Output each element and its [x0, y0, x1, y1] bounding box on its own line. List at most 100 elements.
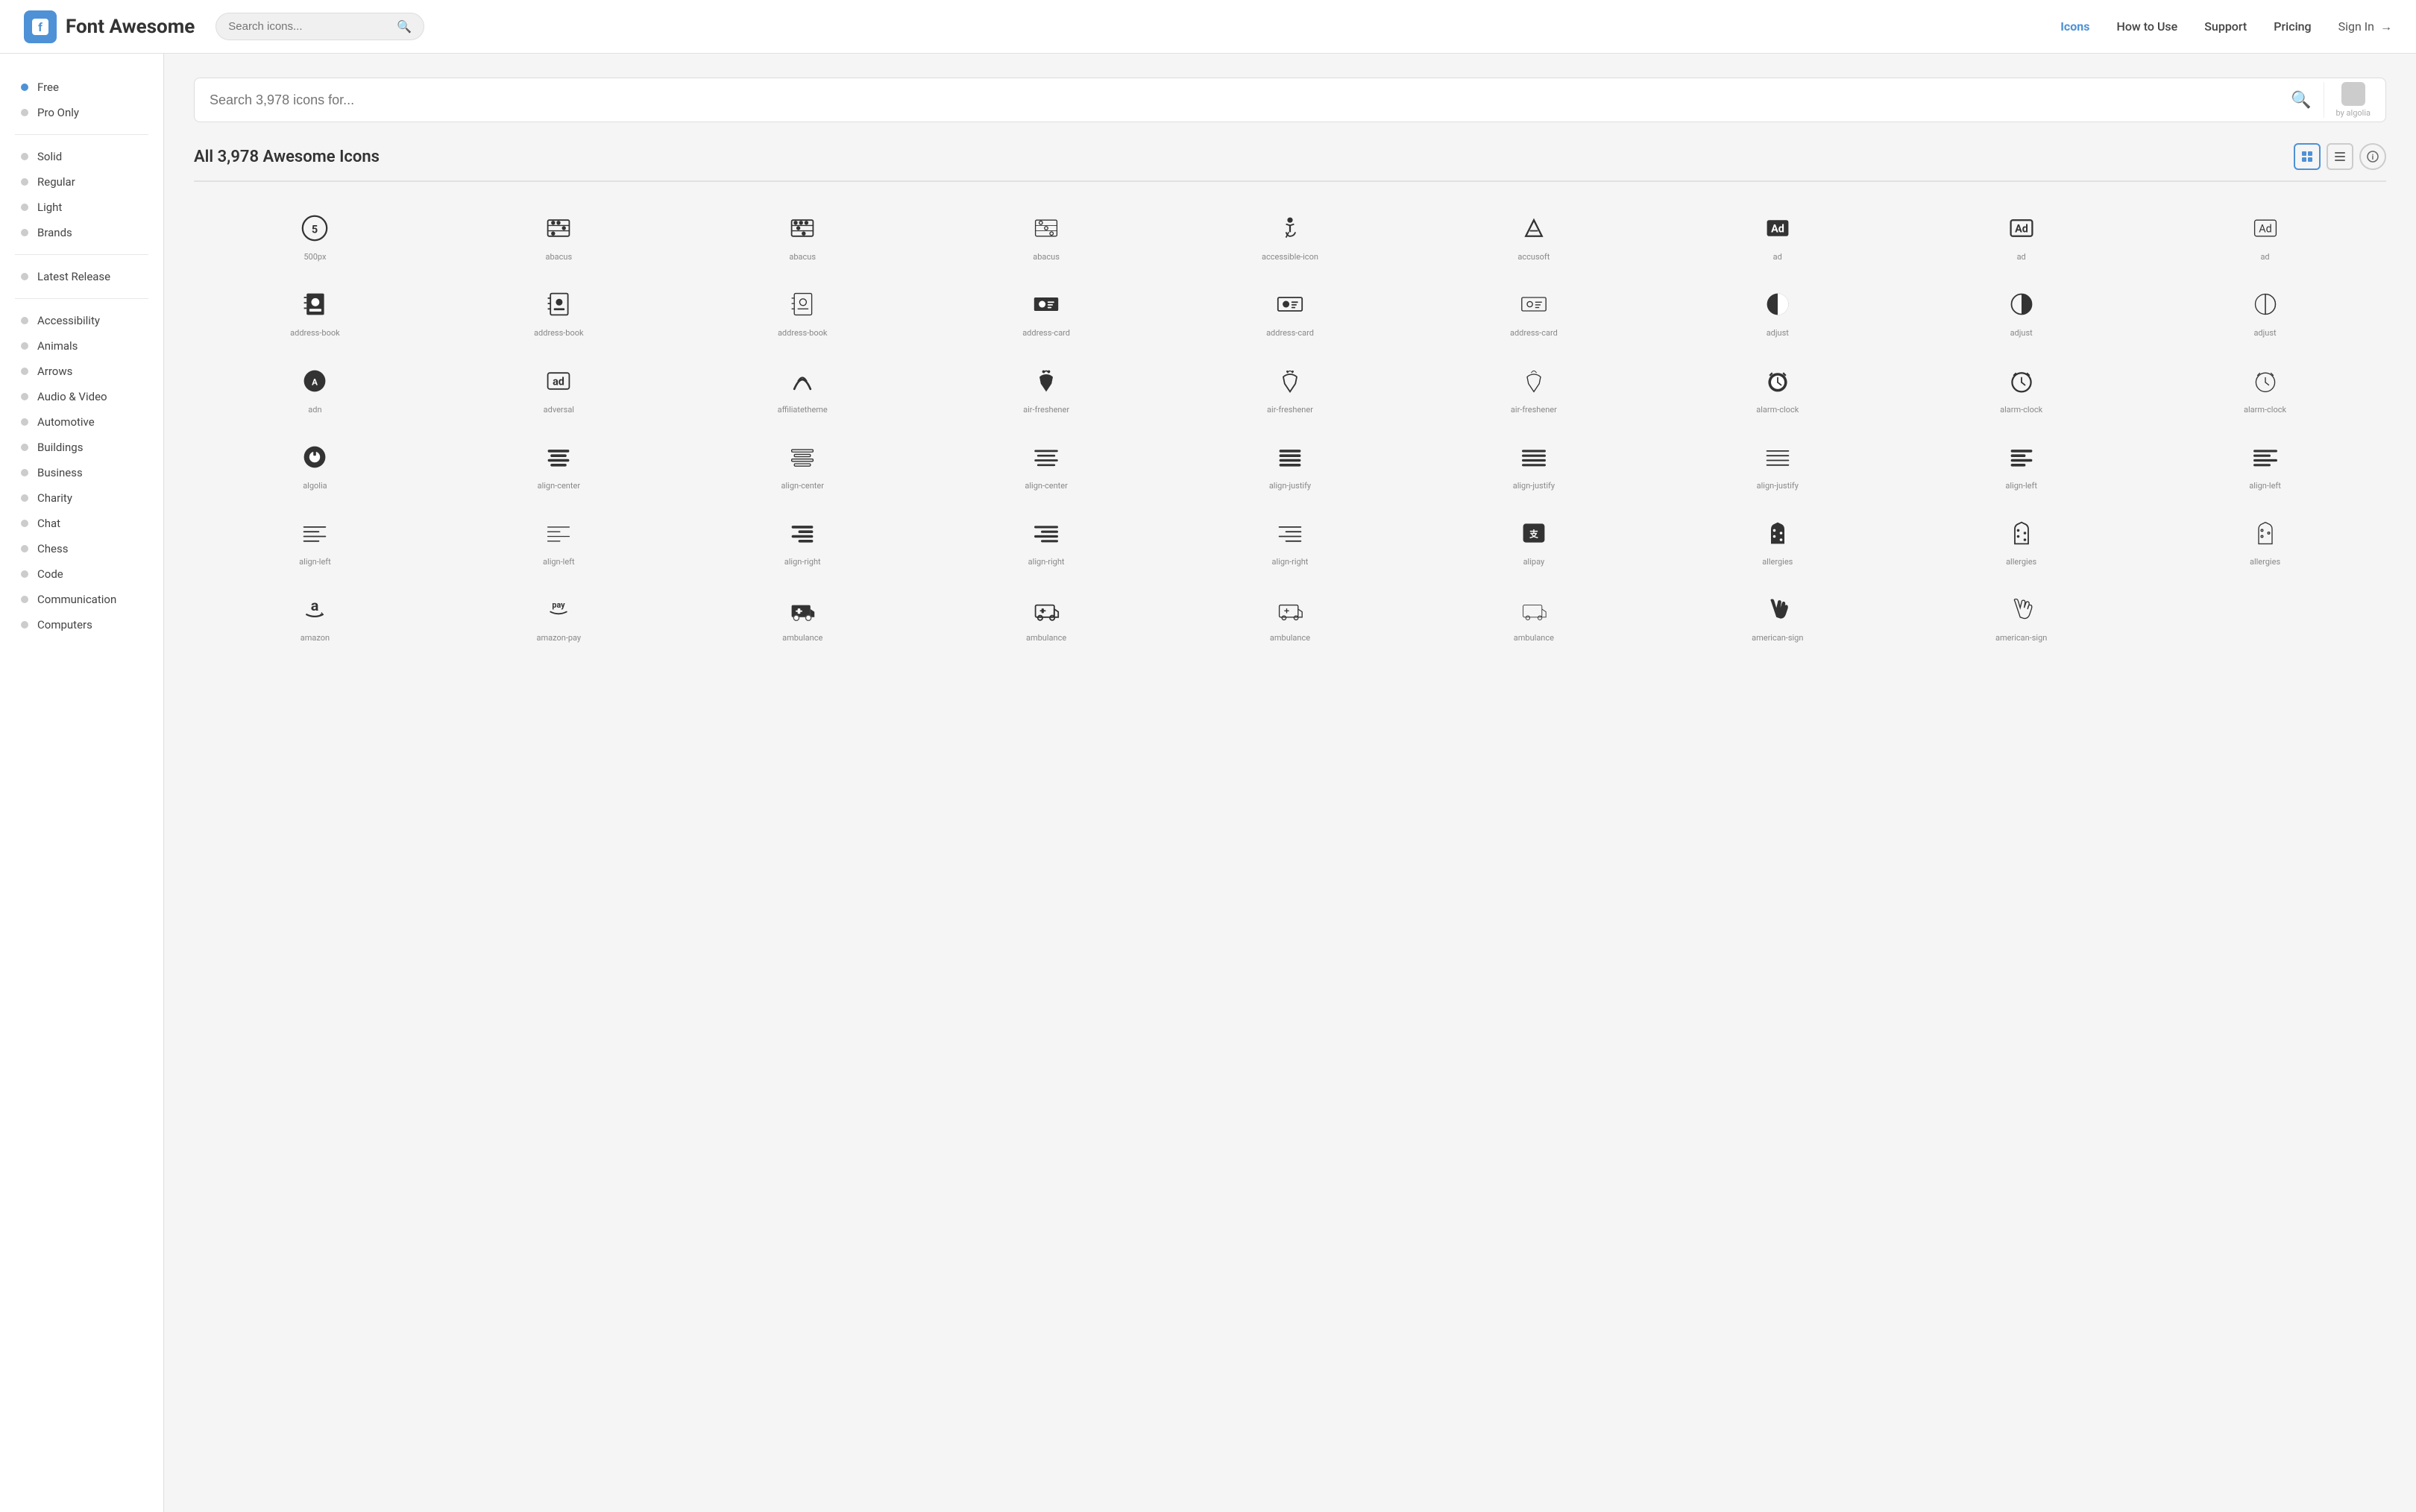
icon-cell-adn[interactable]: A adn — [194, 350, 436, 424]
icon-cell-accusoft[interactable]: accusoft — [1412, 197, 1655, 271]
logo-area[interactable]: f Font Awesome — [24, 10, 195, 43]
sidebar-item-latest-release[interactable]: Latest Release — [0, 264, 163, 289]
header-search-icon: 🔍 — [397, 19, 412, 34]
icon-cell-align-center-3[interactable]: align-center — [925, 426, 1168, 500]
nav-how-to-use[interactable]: How to Use — [2116, 19, 2177, 34]
icon-cell-adjust-3[interactable]: adjust — [2144, 273, 2386, 347]
icon-cell-align-justify-2[interactable]: align-justify — [1412, 426, 1655, 500]
icon-cell-alarm-3[interactable]: alarm-clock — [2144, 350, 2386, 424]
sidebar-item-animals[interactable]: Animals — [0, 333, 163, 359]
icon-label-airfresh-3: air-freshener — [1511, 405, 1557, 415]
icon-cell-address-book-3[interactable]: address-book — [682, 273, 924, 347]
icon-label-airfresh-2: air-freshener — [1267, 405, 1313, 415]
icon-cell-allergies-3[interactable]: allergies — [2144, 502, 2386, 576]
icon-cell-airfresh-2[interactable]: air-freshener — [1169, 350, 1412, 424]
icon-cell-address-card-3[interactable]: address-card — [1412, 273, 1655, 347]
icon-cell-align-center-2[interactable]: align-center — [682, 426, 924, 500]
icon-cell-accessible[interactable]: accessible-icon — [1169, 197, 1412, 271]
icon-cell-address-card-2[interactable]: address-card — [1169, 273, 1412, 347]
icon-cell-align-left-1[interactable]: align-left — [1900, 426, 2142, 500]
icon-cell-align-left-3[interactable]: align-left — [194, 502, 436, 576]
icon-cell-abacus-3[interactable]: abacus — [925, 197, 1168, 271]
sidebar-item-regular[interactable]: Regular — [0, 169, 163, 195]
sidebar-item-light[interactable]: Light — [0, 195, 163, 220]
icon-cell-address-card-1[interactable]: address-card — [925, 273, 1168, 347]
icon-cell-airfresh-1[interactable]: air-freshener — [925, 350, 1168, 424]
sidebar-item-free[interactable]: Free — [0, 75, 163, 100]
icon-cell-amazon[interactable]: a amazon — [194, 578, 436, 652]
icon-cell-alarm-1[interactable]: alarm-clock — [1656, 350, 1898, 424]
icon-cell-align-right-1[interactable]: align-right — [682, 502, 924, 576]
icon-cell-align-left-2[interactable]: align-left — [2144, 426, 2386, 500]
icon-cell-ad-3[interactable]: Ad ad — [2144, 197, 2386, 271]
sidebar-item-brands[interactable]: Brands — [0, 220, 163, 245]
grid-view-button[interactable] — [2294, 143, 2321, 170]
sidebar-item-business[interactable]: Business — [0, 460, 163, 485]
sidebar-item-chess[interactable]: Chess — [0, 536, 163, 561]
icon-cell-500px[interactable]: 5 500px — [194, 197, 436, 271]
icon-label-address-book-3: address-book — [778, 328, 828, 338]
sidebar-item-computers[interactable]: Computers — [0, 612, 163, 637]
icon-cell-align-justify-3[interactable]: align-justify — [1656, 426, 1898, 500]
info-button[interactable]: i — [2359, 143, 2386, 170]
sign-in-button[interactable]: Sign In → — [2338, 19, 2392, 34]
icon-cell-algolia[interactable]: algolia — [194, 426, 436, 500]
icon-cell-adjust-1[interactable]: adjust — [1656, 273, 1898, 347]
icon-cell-alipay[interactable]: 支 alipay — [1412, 502, 1655, 576]
header-search[interactable]: 🔍 — [216, 13, 424, 40]
icon-cell-align-justify-1[interactable]: align-justify — [1169, 426, 1412, 500]
main-search-input[interactable] — [210, 92, 2285, 108]
icon-cell-abacus-2[interactable]: abacus — [682, 197, 924, 271]
header-search-input[interactable] — [228, 20, 391, 33]
icon-cell-ambulance-4[interactable]: ambulance — [1412, 578, 1655, 652]
sidebar-item-code[interactable]: Code — [0, 561, 163, 587]
icon-cell-ambulance-1[interactable]: ambulance — [682, 578, 924, 652]
header: f Font Awesome 🔍 Icons How to Use Suppor… — [0, 0, 2416, 54]
icon-cell-ambulance-3[interactable]: ambulance — [1169, 578, 1412, 652]
nav: Icons How to Use Support Pricing — [2060, 19, 2311, 34]
algolia-badge: by algolia — [2324, 82, 2371, 118]
icon-cell-affiliatetheme[interactable]: affiliatetheme — [682, 350, 924, 424]
icon-ambulance-2 — [1033, 591, 1060, 627]
sidebar-item-solid[interactable]: Solid — [0, 144, 163, 169]
icon-cell-amazon-pay[interactable]: pay amazon-pay — [438, 578, 680, 652]
sidebar-item-audio-video[interactable]: Audio & Video — [0, 384, 163, 409]
icon-label-asl-2: american-sign — [1995, 633, 2047, 643]
icon-cell-abacus-1[interactable]: abacus — [438, 197, 680, 271]
sidebar-item-automotive[interactable]: Automotive — [0, 409, 163, 435]
icon-cell-align-right-2[interactable]: align-right — [925, 502, 1168, 576]
icon-cell-ad-2[interactable]: Ad ad — [1900, 197, 2142, 271]
sidebar-item-accessibility[interactable]: Accessibility — [0, 308, 163, 333]
main-search[interactable]: 🔍 by algolia — [194, 78, 2386, 122]
icon-cell-airfresh-3[interactable]: air-freshener — [1412, 350, 1655, 424]
sidebar-item-arrows[interactable]: Arrows — [0, 359, 163, 384]
sidebar-item-pro-only[interactable]: Pro Only — [0, 100, 163, 125]
nav-pricing[interactable]: Pricing — [2274, 19, 2311, 34]
sidebar-item-charity[interactable]: Charity — [0, 485, 163, 511]
icon-cell-allergies-1[interactable]: allergies — [1656, 502, 1898, 576]
sidebar-item-chat[interactable]: Chat — [0, 511, 163, 536]
icon-align-justify-2 — [1520, 439, 1547, 475]
icon-cell-adjust-2[interactable]: adjust — [1900, 273, 2142, 347]
icon-cell-asl-2[interactable]: american-sign — [1900, 578, 2142, 652]
icon-cell-allergies-2[interactable]: allergies — [1900, 502, 2142, 576]
icon-label-alarm-3: alarm-clock — [2244, 405, 2286, 415]
icon-cell-ad-1[interactable]: Ad ad — [1656, 197, 1898, 271]
icon-cell-address-book-1[interactable]: address-book — [194, 273, 436, 347]
icon-label-align-justify-1: align-justify — [1269, 481, 1311, 491]
icon-cell-align-left-4[interactable]: align-left — [438, 502, 680, 576]
icon-cell-ambulance-2[interactable]: ambulance — [925, 578, 1168, 652]
list-view-button[interactable] — [2327, 143, 2353, 170]
sidebar-item-buildings[interactable]: Buildings — [0, 435, 163, 460]
icon-cell-align-right-3[interactable]: align-right — [1169, 502, 1412, 576]
nav-support[interactable]: Support — [2204, 19, 2247, 34]
icon-align-justify-1 — [1277, 439, 1303, 475]
icon-cell-alarm-2[interactable]: alarm-clock — [1900, 350, 2142, 424]
icon-cell-adversal[interactable]: ad adversal — [438, 350, 680, 424]
icon-cell-align-center-1[interactable]: align-center — [438, 426, 680, 500]
nav-icons[interactable]: Icons — [2060, 19, 2089, 34]
sidebar-item-communication[interactable]: Communication — [0, 587, 163, 612]
logo-icon: f — [24, 10, 57, 43]
icon-cell-address-book-2[interactable]: address-book — [438, 273, 680, 347]
icon-cell-asl-1[interactable]: american-sign — [1656, 578, 1898, 652]
